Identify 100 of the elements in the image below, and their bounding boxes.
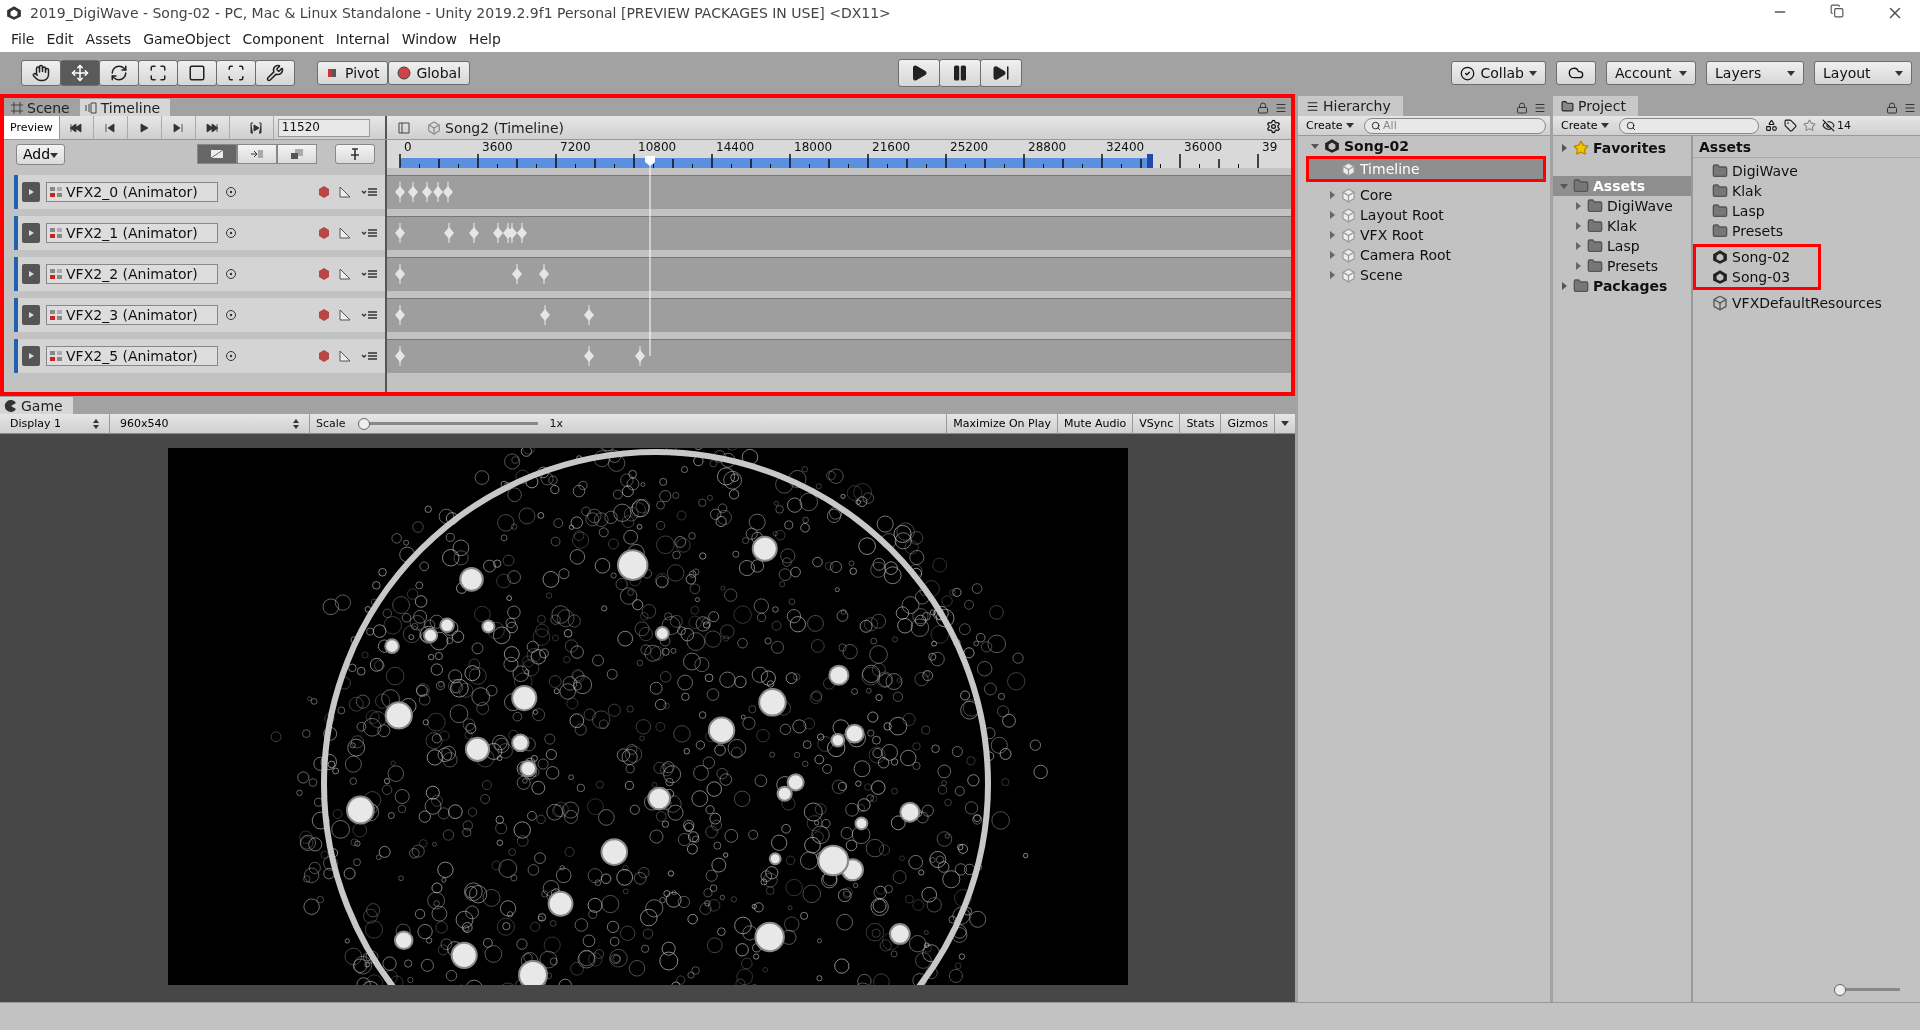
asset-item[interactable]: Song-02: [1696, 247, 1818, 267]
global-button[interactable]: Global: [388, 61, 471, 85]
breadcrumb-link[interactable]: Song2 (Timeline): [423, 119, 579, 136]
track-name-field[interactable]: VFX2_5 (Animator): [46, 346, 218, 366]
settings-icon[interactable]: [1266, 118, 1281, 134]
menu-item[interactable]: Internal: [330, 31, 395, 47]
hierarchy-item[interactable]: Layout Root: [1309, 205, 1543, 225]
pin-button[interactable]: [335, 144, 375, 164]
menu-item[interactable]: Help: [463, 31, 506, 47]
search-field[interactable]: [1619, 117, 1760, 134]
menu-icon[interactable]: [1534, 102, 1546, 114]
track-expand-button[interactable]: [22, 223, 40, 243]
menu-item[interactable]: Assets: [80, 31, 137, 47]
add-button[interactable]: Add: [16, 143, 66, 165]
scene-row[interactable]: Song-02: [1298, 136, 1550, 156]
hierarchy-item[interactable]: Camera Root: [1309, 245, 1543, 265]
asset-item[interactable]: DigiWave: [1696, 161, 1917, 181]
menu-item[interactable]: File: [6, 31, 40, 47]
clip-edit-mode-button[interactable]: [197, 144, 237, 164]
frame-field[interactable]: 11520: [277, 118, 370, 137]
target-icon: [224, 185, 238, 199]
track-name-field[interactable]: VFX2_1 (Animator): [46, 223, 218, 243]
menu-item[interactable]: Edit: [41, 31, 79, 47]
track-expand-button[interactable]: [22, 182, 40, 202]
tool-button[interactable]: [60, 60, 100, 86]
track-header[interactable]: VFX2_3 (Animator): [14, 298, 385, 332]
hierarchy-item[interactable]: Core: [1309, 185, 1543, 205]
toggle-button[interactable]: Maximize On Play: [946, 413, 1057, 434]
pivot-button[interactable]: Pivot: [317, 61, 389, 85]
project-tree-item[interactable]: Lasp: [1553, 236, 1691, 256]
menu-item[interactable]: Window: [396, 31, 462, 47]
asset-item[interactable]: Presets: [1696, 221, 1917, 241]
tool-button[interactable]: [21, 60, 61, 86]
toggle-button[interactable]: Stats: [1179, 413, 1221, 434]
create-button[interactable]: Create: [1557, 119, 1614, 132]
hidden-count-button[interactable]: 14: [1822, 119, 1852, 132]
project-tree-item[interactable]: Favorites: [1553, 138, 1691, 158]
play-icon: [26, 228, 36, 238]
asset-item[interactable]: Lasp: [1696, 201, 1917, 221]
ripple-mode-button[interactable]: [237, 144, 277, 164]
tag-icon[interactable]: [1784, 119, 1798, 132]
replace-mode-button[interactable]: [277, 144, 317, 164]
asset-item[interactable]: Song-03: [1696, 267, 1818, 287]
pause-button[interactable]: [939, 59, 982, 87]
resolution-dropdown[interactable]: 960x540: [110, 413, 310, 434]
star-icon[interactable]: [1803, 119, 1817, 132]
track-name-field[interactable]: VFX2_3 (Animator): [46, 305, 218, 325]
asset-item[interactable]: VFXDefaultResources: [1696, 293, 1917, 313]
track-expand-button[interactable]: [22, 346, 40, 366]
collab-button[interactable]: Collab: [1451, 61, 1546, 85]
tool-button[interactable]: [216, 60, 256, 86]
cloud-button[interactable]: [1556, 61, 1596, 85]
toggle-button[interactable]: Mute Audio: [1057, 413, 1133, 434]
track-expand-button[interactable]: [22, 264, 40, 284]
tool-button[interactable]: [99, 60, 139, 86]
dropdown-button[interactable]: Layout: [1814, 61, 1912, 85]
panel-tab[interactable]: Scene: [6, 99, 80, 116]
project-tab[interactable]: Project: [1553, 96, 1638, 116]
tool-button[interactable]: [177, 60, 217, 86]
restore-icon[interactable]: [1830, 4, 1844, 18]
project-tree-item[interactable]: Klak: [1553, 216, 1691, 236]
project-tree-item[interactable]: Presets: [1553, 256, 1691, 276]
track-name-field[interactable]: VFX2_2 (Animator): [46, 264, 218, 284]
track-header[interactable]: VFX2_1 (Animator): [14, 216, 385, 250]
project-tree-item[interactable]: DigiWave: [1553, 196, 1691, 216]
track-expand-button[interactable]: [22, 305, 40, 325]
menu-item[interactable]: Component: [237, 31, 329, 47]
dropdown-button[interactable]: Account: [1606, 61, 1696, 85]
step-button[interactable]: [980, 59, 1023, 87]
play-button[interactable]: [898, 59, 941, 87]
project-tree-item[interactable]: Packages: [1553, 276, 1691, 296]
ruler-label: 18000: [794, 140, 833, 154]
menu-icon[interactable]: [1904, 102, 1916, 114]
display-dropdown[interactable]: Display 1: [0, 413, 110, 434]
scale-slider[interactable]: [357, 416, 538, 431]
tool-button[interactable]: [138, 60, 178, 86]
preview-button[interactable]: Preview: [4, 116, 60, 139]
track-name-field[interactable]: VFX2_0 (Animator): [46, 182, 218, 202]
panel-tab[interactable]: Timeline: [79, 99, 171, 116]
asset-item[interactable]: Klak: [1696, 181, 1917, 201]
slider-thumb[interactable]: [357, 417, 370, 430]
menu-item[interactable]: GameObject: [138, 31, 236, 47]
track-header[interactable]: VFX2_2 (Animator): [14, 257, 385, 291]
shapes-icon[interactable]: [1765, 119, 1779, 132]
hierarchy-item[interactable]: VFX Root: [1309, 225, 1543, 245]
track-header[interactable]: VFX2_5 (Animator): [14, 339, 385, 373]
lock-icon[interactable]: [1257, 102, 1269, 114]
dropdown-button[interactable]: Layers: [1706, 61, 1804, 85]
slider-thumb[interactable]: [1834, 984, 1846, 996]
hierarchy-tab[interactable]: Hierarchy: [1298, 96, 1403, 116]
menu-icon[interactable]: [1275, 102, 1287, 114]
lock-icon[interactable]: [1516, 102, 1528, 114]
create-button[interactable]: Create: [1302, 119, 1359, 132]
toggle-button[interactable]: VSync: [1132, 413, 1180, 434]
hierarchy-item[interactable]: Scene: [1309, 265, 1543, 285]
toggle-button[interactable]: Gizmos: [1220, 413, 1274, 434]
track-header[interactable]: VFX2_0 (Animator): [14, 175, 385, 209]
lock-icon[interactable]: [1886, 102, 1898, 114]
tool-button[interactable]: [255, 60, 295, 86]
game-tab[interactable]: Game: [0, 397, 73, 414]
